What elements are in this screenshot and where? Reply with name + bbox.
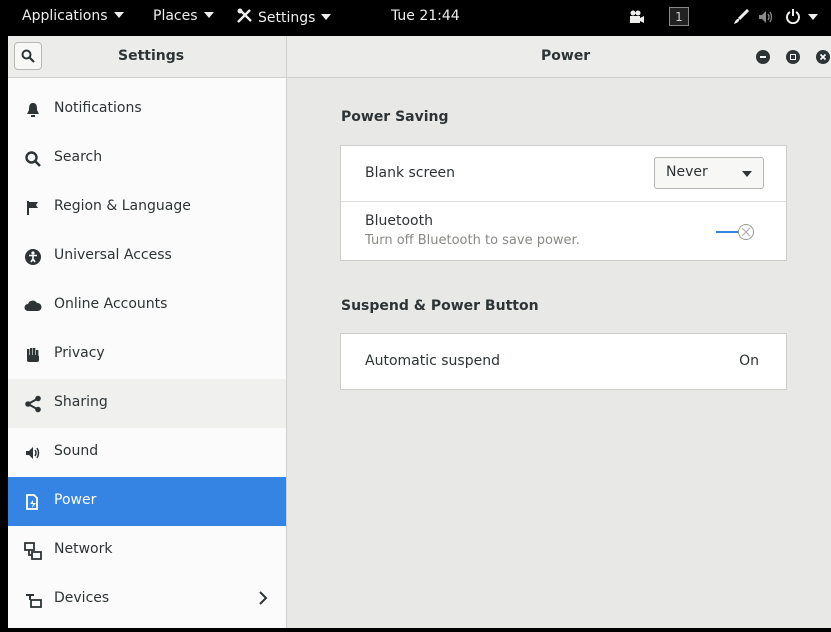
tools-icon <box>237 8 252 23</box>
screen: Applications Places Settings Tue 21:44 1… <box>0 0 831 632</box>
blank-screen-row[interactable]: Blank screen Never <box>341 146 786 201</box>
section-title-suspend: Suspend & Power Button <box>341 298 539 314</box>
sidebar-item-notifications[interactable]: Notifications <box>8 85 286 134</box>
app-menu[interactable]: Settings <box>236 8 332 26</box>
power-plug-icon <box>26 494 38 510</box>
power-icon[interactable] <box>785 8 801 24</box>
chevron-down-icon <box>203 12 214 18</box>
bluetooth-toggle[interactable] <box>716 222 760 242</box>
places-menu[interactable]: Places <box>153 8 214 24</box>
sidebar-item-label: Online Accounts <box>54 296 168 312</box>
search-icon <box>21 49 35 63</box>
sidebar-item-universal-access[interactable]: Universal Access <box>8 232 286 281</box>
hand-icon <box>27 348 39 362</box>
video-camera-icon[interactable] <box>629 10 645 24</box>
share-icon <box>25 395 41 413</box>
places-label: Places <box>153 8 198 24</box>
flag-icon <box>27 201 38 215</box>
chevron-down-icon <box>742 171 752 177</box>
settings-window: Settings Power Notifications Search Regi… <box>8 36 831 628</box>
bell-icon <box>27 103 39 117</box>
sidebar-item-power[interactable]: Power <box>8 477 286 526</box>
suspend-list: Automatic suspend On <box>340 333 787 390</box>
sidebar-item-sharing[interactable]: Sharing <box>8 379 286 428</box>
sidebar-item-label: Sound <box>54 443 99 459</box>
brush-icon[interactable] <box>733 9 749 25</box>
search-button[interactable] <box>14 42 42 70</box>
sidebar-item-label: Sharing <box>54 394 108 410</box>
maximize-button[interactable] <box>786 50 800 64</box>
applications-menu[interactable]: Applications <box>22 8 124 24</box>
sidebar-headerbar: Settings <box>8 36 287 78</box>
automatic-suspend-row[interactable]: Automatic suspend On <box>341 334 786 389</box>
chevron-right-icon <box>259 591 268 605</box>
cloud-icon <box>24 300 42 311</box>
close-icon <box>819 53 827 61</box>
toggle-knob <box>738 224 754 240</box>
sidebar[interactable]: Notifications Search Region & Language U… <box>8 78 287 628</box>
volume-icon[interactable] <box>758 10 774 24</box>
minimize-icon <box>760 56 766 58</box>
close-button[interactable] <box>816 50 830 64</box>
chevron-down-icon[interactable] <box>808 14 818 20</box>
sidebar-item-label: Region & Language <box>54 198 191 214</box>
sidebar-item-label: Universal Access <box>54 247 172 263</box>
top-bar: Applications Places Settings Tue 21:44 1 <box>0 0 831 34</box>
bluetooth-disabled-icon <box>741 227 751 237</box>
sidebar-item-devices[interactable]: Devices <box>8 575 286 624</box>
clock[interactable]: Tue 21:44 <box>391 8 460 24</box>
content-headerbar: Power <box>287 36 831 78</box>
network-icon <box>24 542 42 560</box>
bluetooth-row[interactable]: Bluetooth Turn off Bluetooth to save pow… <box>341 202 786 261</box>
maximize-icon <box>790 54 796 60</box>
sidebar-item-label: Power <box>54 492 97 508</box>
chevron-down-icon <box>321 14 332 20</box>
sidebar-title: Settings <box>118 48 185 64</box>
search-icon <box>25 151 41 167</box>
sidebar-item-label: Network <box>54 541 113 557</box>
applications-label: Applications <box>22 8 108 24</box>
sidebar-item-search[interactable]: Search <box>8 134 286 183</box>
power-saving-list: Blank screen Never Bluetooth Turn off Bl… <box>340 145 787 261</box>
accessibility-icon <box>25 249 41 265</box>
section-title-power-saving: Power Saving <box>341 109 449 125</box>
app-menu-label: Settings <box>258 10 316 26</box>
workspace-indicator[interactable]: 1 <box>669 7 689 26</box>
minimize-button[interactable] <box>756 50 770 64</box>
blank-screen-dropdown[interactable]: Never <box>654 157 764 189</box>
devices-icon <box>26 594 42 608</box>
page-title: Power <box>541 48 591 64</box>
sidebar-item-partial[interactable] <box>8 78 286 82</box>
sidebar-item-label: Devices <box>54 590 110 606</box>
blank-screen-value: Never <box>666 164 708 180</box>
power-panel: Power Saving Blank screen Never Bluetoot… <box>287 78 831 628</box>
sidebar-item-sound[interactable]: Sound <box>8 428 286 477</box>
sidebar-item-online-accounts[interactable]: Online Accounts <box>8 281 286 330</box>
sidebar-item-network[interactable]: Network <box>8 526 286 575</box>
speaker-icon <box>26 447 40 459</box>
automatic-suspend-label: Automatic suspend <box>365 353 500 369</box>
bluetooth-label: Bluetooth <box>365 213 433 229</box>
bluetooth-description: Turn off Bluetooth to save power. <box>365 233 580 248</box>
automatic-suspend-value: On <box>739 353 759 369</box>
blank-screen-label: Blank screen <box>365 165 456 181</box>
sidebar-item-region-language[interactable]: Region & Language <box>8 183 286 232</box>
sidebar-item-label: Notifications <box>54 100 142 116</box>
chevron-down-icon <box>113 12 124 18</box>
sidebar-item-privacy[interactable]: Privacy <box>8 330 286 379</box>
sidebar-item-label: Search <box>54 149 103 165</box>
sidebar-item-label: Privacy <box>54 345 105 361</box>
